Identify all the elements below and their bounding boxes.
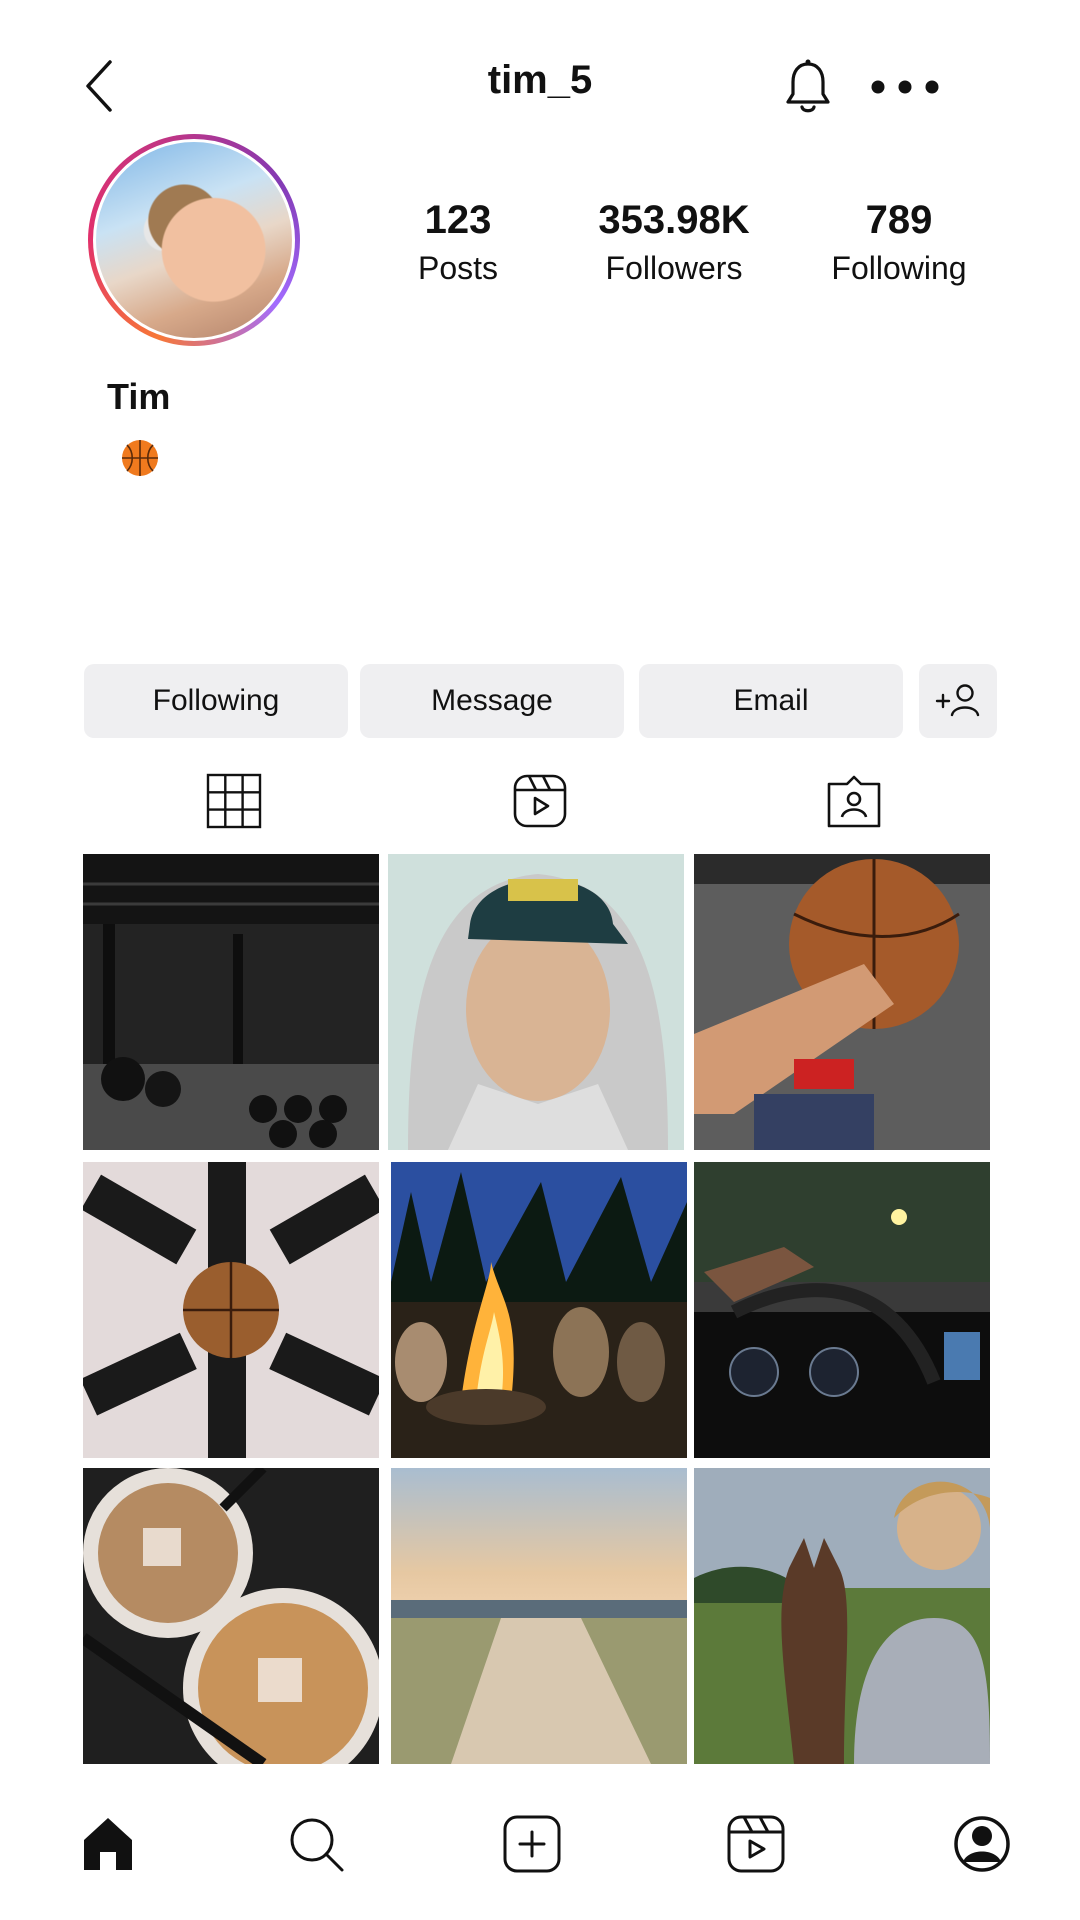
profile-name: Tim <box>107 376 171 417</box>
beach-path-photo <box>391 1468 687 1764</box>
posts-label: Posts <box>417 250 499 286</box>
iced-coffee-photo <box>83 1468 379 1764</box>
message-button[interactable]: Message <box>360 664 624 738</box>
selfie-photo <box>388 854 684 1150</box>
post-thumbnail[interactable] <box>391 1162 687 1458</box>
profile-icon[interactable] <box>952 1814 1012 1874</box>
post-thumbnail[interactable] <box>83 854 379 1150</box>
campfire-photo <box>391 1162 687 1458</box>
stat-posts[interactable]: 123 Posts <box>358 196 558 290</box>
profile-avatar[interactable] <box>88 134 300 346</box>
following-label: Following <box>831 250 967 286</box>
post-thumbnail[interactable] <box>694 1162 990 1458</box>
add-user-icon <box>935 684 980 717</box>
following-button[interactable]: Following <box>84 664 348 738</box>
posts-grid <box>83 854 999 1767</box>
more-icon[interactable] <box>868 70 942 104</box>
tagged-icon[interactable] <box>825 772 883 830</box>
email-button[interactable]: Email <box>639 664 903 738</box>
reels-icon[interactable] <box>511 772 569 830</box>
grid-icon[interactable] <box>205 772 263 830</box>
post-thumbnail[interactable] <box>694 854 990 1150</box>
stat-following[interactable]: 789 Following <box>799 196 999 290</box>
post-thumbnail[interactable] <box>83 1162 379 1458</box>
add-user-button[interactable] <box>919 664 997 738</box>
post-thumbnail[interactable] <box>388 854 684 1150</box>
shoes-circle-photo <box>83 1162 379 1458</box>
post-thumbnail[interactable] <box>391 1468 687 1764</box>
bottom-nav <box>0 1790 1080 1920</box>
followers-count: 353.98K <box>598 198 750 242</box>
stat-followers[interactable]: 353.98K Followers <box>574 196 774 290</box>
basketball-photo <box>694 854 990 1150</box>
bell-icon[interactable] <box>780 58 836 118</box>
search-icon[interactable] <box>286 1814 346 1874</box>
reels-icon[interactable] <box>726 1814 786 1874</box>
following-count: 789 <box>865 198 933 242</box>
post-thumbnail[interactable] <box>694 1468 990 1764</box>
basketball-icon <box>122 440 158 476</box>
gym-photo <box>83 854 379 1150</box>
followers-label: Followers <box>605 250 743 286</box>
post-thumbnail[interactable] <box>83 1468 379 1764</box>
posts-count: 123 <box>424 198 492 242</box>
car-dashboard-photo <box>694 1162 990 1458</box>
home-icon[interactable] <box>78 1814 138 1874</box>
create-icon[interactable] <box>502 1814 562 1874</box>
avatar-photo <box>93 139 295 341</box>
horse-photo <box>694 1468 990 1764</box>
